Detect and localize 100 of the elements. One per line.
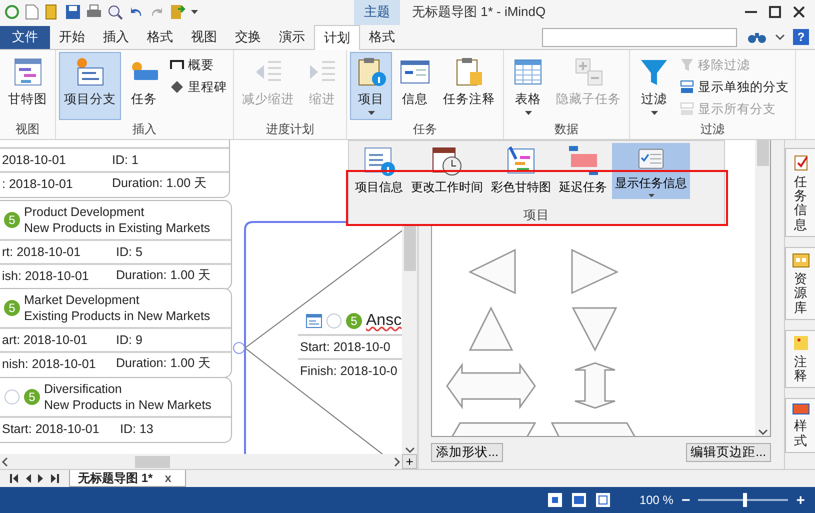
branch-list-icon xyxy=(680,102,694,116)
task-field: art: 2018-10-01 xyxy=(0,326,114,351)
scrollbar-thumb[interactable] xyxy=(135,456,170,468)
zoom-percent: 100 % xyxy=(639,493,674,508)
sticky-note-icon xyxy=(792,334,809,351)
menu-item[interactable]: 更改工作时间 xyxy=(408,143,486,199)
task-field: ID: 1 xyxy=(110,146,229,171)
ribbon-button[interactable]: 项目分支 xyxy=(59,52,121,120)
ribbon-tab[interactable]: 计划 xyxy=(314,24,360,50)
menu-item[interactable]: 项目信息 xyxy=(352,143,406,199)
chevron-down-icon xyxy=(404,446,415,454)
first-page-icon xyxy=(10,474,18,484)
double-arrow-shape[interactable] xyxy=(446,362,536,410)
collapse-circle[interactable] xyxy=(233,342,245,354)
zoom-in-button[interactable]: + xyxy=(796,492,805,509)
fit-width-icon xyxy=(571,492,588,508)
previous-page-icon xyxy=(25,474,31,484)
menu-item[interactable]: 显示任务信息 xyxy=(612,143,690,199)
panel-button[interactable]: 添加形状... xyxy=(431,442,504,462)
ribbon-tab[interactable]: 格式 xyxy=(360,26,404,49)
branch-list-icon xyxy=(680,80,694,94)
up-triangle-shape[interactable] xyxy=(468,306,514,351)
magnifier-icon xyxy=(107,4,123,20)
scrollbar-thumb[interactable] xyxy=(404,226,416,271)
left-triangle-shape[interactable] xyxy=(468,248,516,294)
note-list-icon xyxy=(306,314,322,328)
panel-button[interactable]: 编辑页边距... xyxy=(686,442,772,462)
calendar-clock-icon xyxy=(431,145,463,177)
ribbon-button[interactable]: 项目 xyxy=(350,52,392,120)
actual-size-icon xyxy=(595,492,612,508)
ribbon-tab[interactable]: 插入 xyxy=(94,26,138,49)
side-panel-tab[interactable]: 样式 xyxy=(785,398,815,454)
info-window-icon xyxy=(363,145,395,177)
menu-item[interactable]: 延迟任务 xyxy=(556,143,610,199)
priority-badge: 5 xyxy=(346,312,362,329)
funnel-remove-icon xyxy=(680,58,694,72)
contextual-tab-label: 主题 xyxy=(354,0,400,25)
zoom-slider-thumb[interactable] xyxy=(743,493,748,508)
diamond-icon xyxy=(170,80,184,94)
horizontal-scrollbar[interactable]: + xyxy=(0,454,418,470)
ribbon-button[interactable]: 过滤 xyxy=(633,52,675,120)
task-field: Duration: 1.00 天 xyxy=(110,170,229,195)
task-field: ID: 5 xyxy=(114,238,231,263)
export-icon xyxy=(170,4,186,20)
ribbon-button[interactable]: 信息 xyxy=(394,52,436,120)
vertical-double-arrow-shape[interactable] xyxy=(574,362,616,409)
close-tab-button[interactable]: x xyxy=(164,471,172,486)
ribbon-button[interactable]: 甘特图 xyxy=(3,52,52,120)
task-field: : 2018-10-01 xyxy=(0,170,110,195)
task-field: Start: 2018-10-01 xyxy=(0,416,118,440)
task-node-card[interactable]: 5 Diversification New Products in New Markets Start: 2018-10-01 ID: 13 xyxy=(0,376,232,443)
add-button[interactable]: + xyxy=(402,454,418,470)
down-triangle-shape[interactable] xyxy=(572,307,618,352)
trapezoid-shape[interactable] xyxy=(550,422,636,436)
ribbon-button[interactable]: 表格 xyxy=(507,52,549,120)
scrollbar-thumb[interactable] xyxy=(756,140,769,166)
gantt-chart-icon xyxy=(12,56,44,88)
task-field: nish: 2018-10-01 xyxy=(0,350,114,375)
search-field[interactable] xyxy=(542,28,737,47)
task-field: ID: 9 xyxy=(114,326,231,351)
side-panel-tab[interactable]: 注释 xyxy=(785,330,815,388)
menu-item[interactable]: 彩色甘特图 xyxy=(488,143,554,199)
save-icon xyxy=(65,4,81,20)
topic-title: Ansc xyxy=(366,312,402,330)
chevron-right-icon xyxy=(392,456,402,467)
priority-badge: 5 xyxy=(24,388,40,405)
vertical-scrollbar[interactable] xyxy=(755,140,770,436)
zoom-out-button[interactable]: − xyxy=(681,492,690,509)
ribbon-button[interactable]: 任务 xyxy=(123,52,165,120)
ribbon-button[interactable]: 任务注释 xyxy=(438,52,500,120)
close-icon xyxy=(793,6,805,18)
ribbon-button[interactable]: 显示单独的分支 xyxy=(677,78,792,97)
help-button[interactable]: ? xyxy=(793,28,809,45)
ribbon-tab[interactable]: 交换 xyxy=(226,26,270,49)
right-triangle-shape[interactable] xyxy=(571,248,619,294)
ribbon-tab[interactable]: 开始 xyxy=(50,26,94,49)
priority-badge: 5 xyxy=(4,212,20,228)
caret-icon xyxy=(368,110,374,115)
delayed-bar-icon xyxy=(567,145,599,177)
ribbon-tab[interactable]: 演示 xyxy=(270,26,314,49)
trapezoid-shape[interactable] xyxy=(450,422,536,436)
ribbon-tab[interactable]: 格式 xyxy=(138,26,182,49)
clipboard-icon xyxy=(792,152,809,171)
ribbon-tab[interactable]: 视图 xyxy=(182,26,226,49)
task-node-card[interactable]: 5 Market Development Existing Products in New Markets art: 2018-10-01 ID: 9 nish: 2018-10-01 Duration: 1.00 天 xyxy=(0,288,232,378)
document-tab[interactable]: 无标题导图 1* x xyxy=(69,470,186,488)
side-panel-tab[interactable]: 资源库 xyxy=(785,246,815,320)
file-menu-tab[interactable]: 文件 xyxy=(0,26,50,49)
palette-icon xyxy=(792,403,810,416)
task-node-card[interactable]: 2018-10-01 ID: 1 : 2018-10-01 Duration: 1.00 天 xyxy=(0,140,230,198)
caret-icon xyxy=(648,194,654,197)
ribbon-button[interactable]: 概要 xyxy=(167,56,230,75)
task-node-card[interactable]: 5 Product Development New Products in Existing Markets rt: 2018-10-01 ID: 5 ish: 2018-10-01 Duration: 1.00 天 xyxy=(0,200,232,290)
ribbon-group-label: 项目 xyxy=(522,207,550,224)
folder-icon xyxy=(792,252,810,268)
chevron-down-icon xyxy=(775,34,785,40)
side-panel-tab[interactable]: 任务信息 xyxy=(785,148,815,237)
next-page-icon xyxy=(38,474,44,484)
ribbon-button[interactable]: 里程碑 xyxy=(167,78,230,97)
task-field: rt: 2018-10-01 xyxy=(0,238,114,263)
